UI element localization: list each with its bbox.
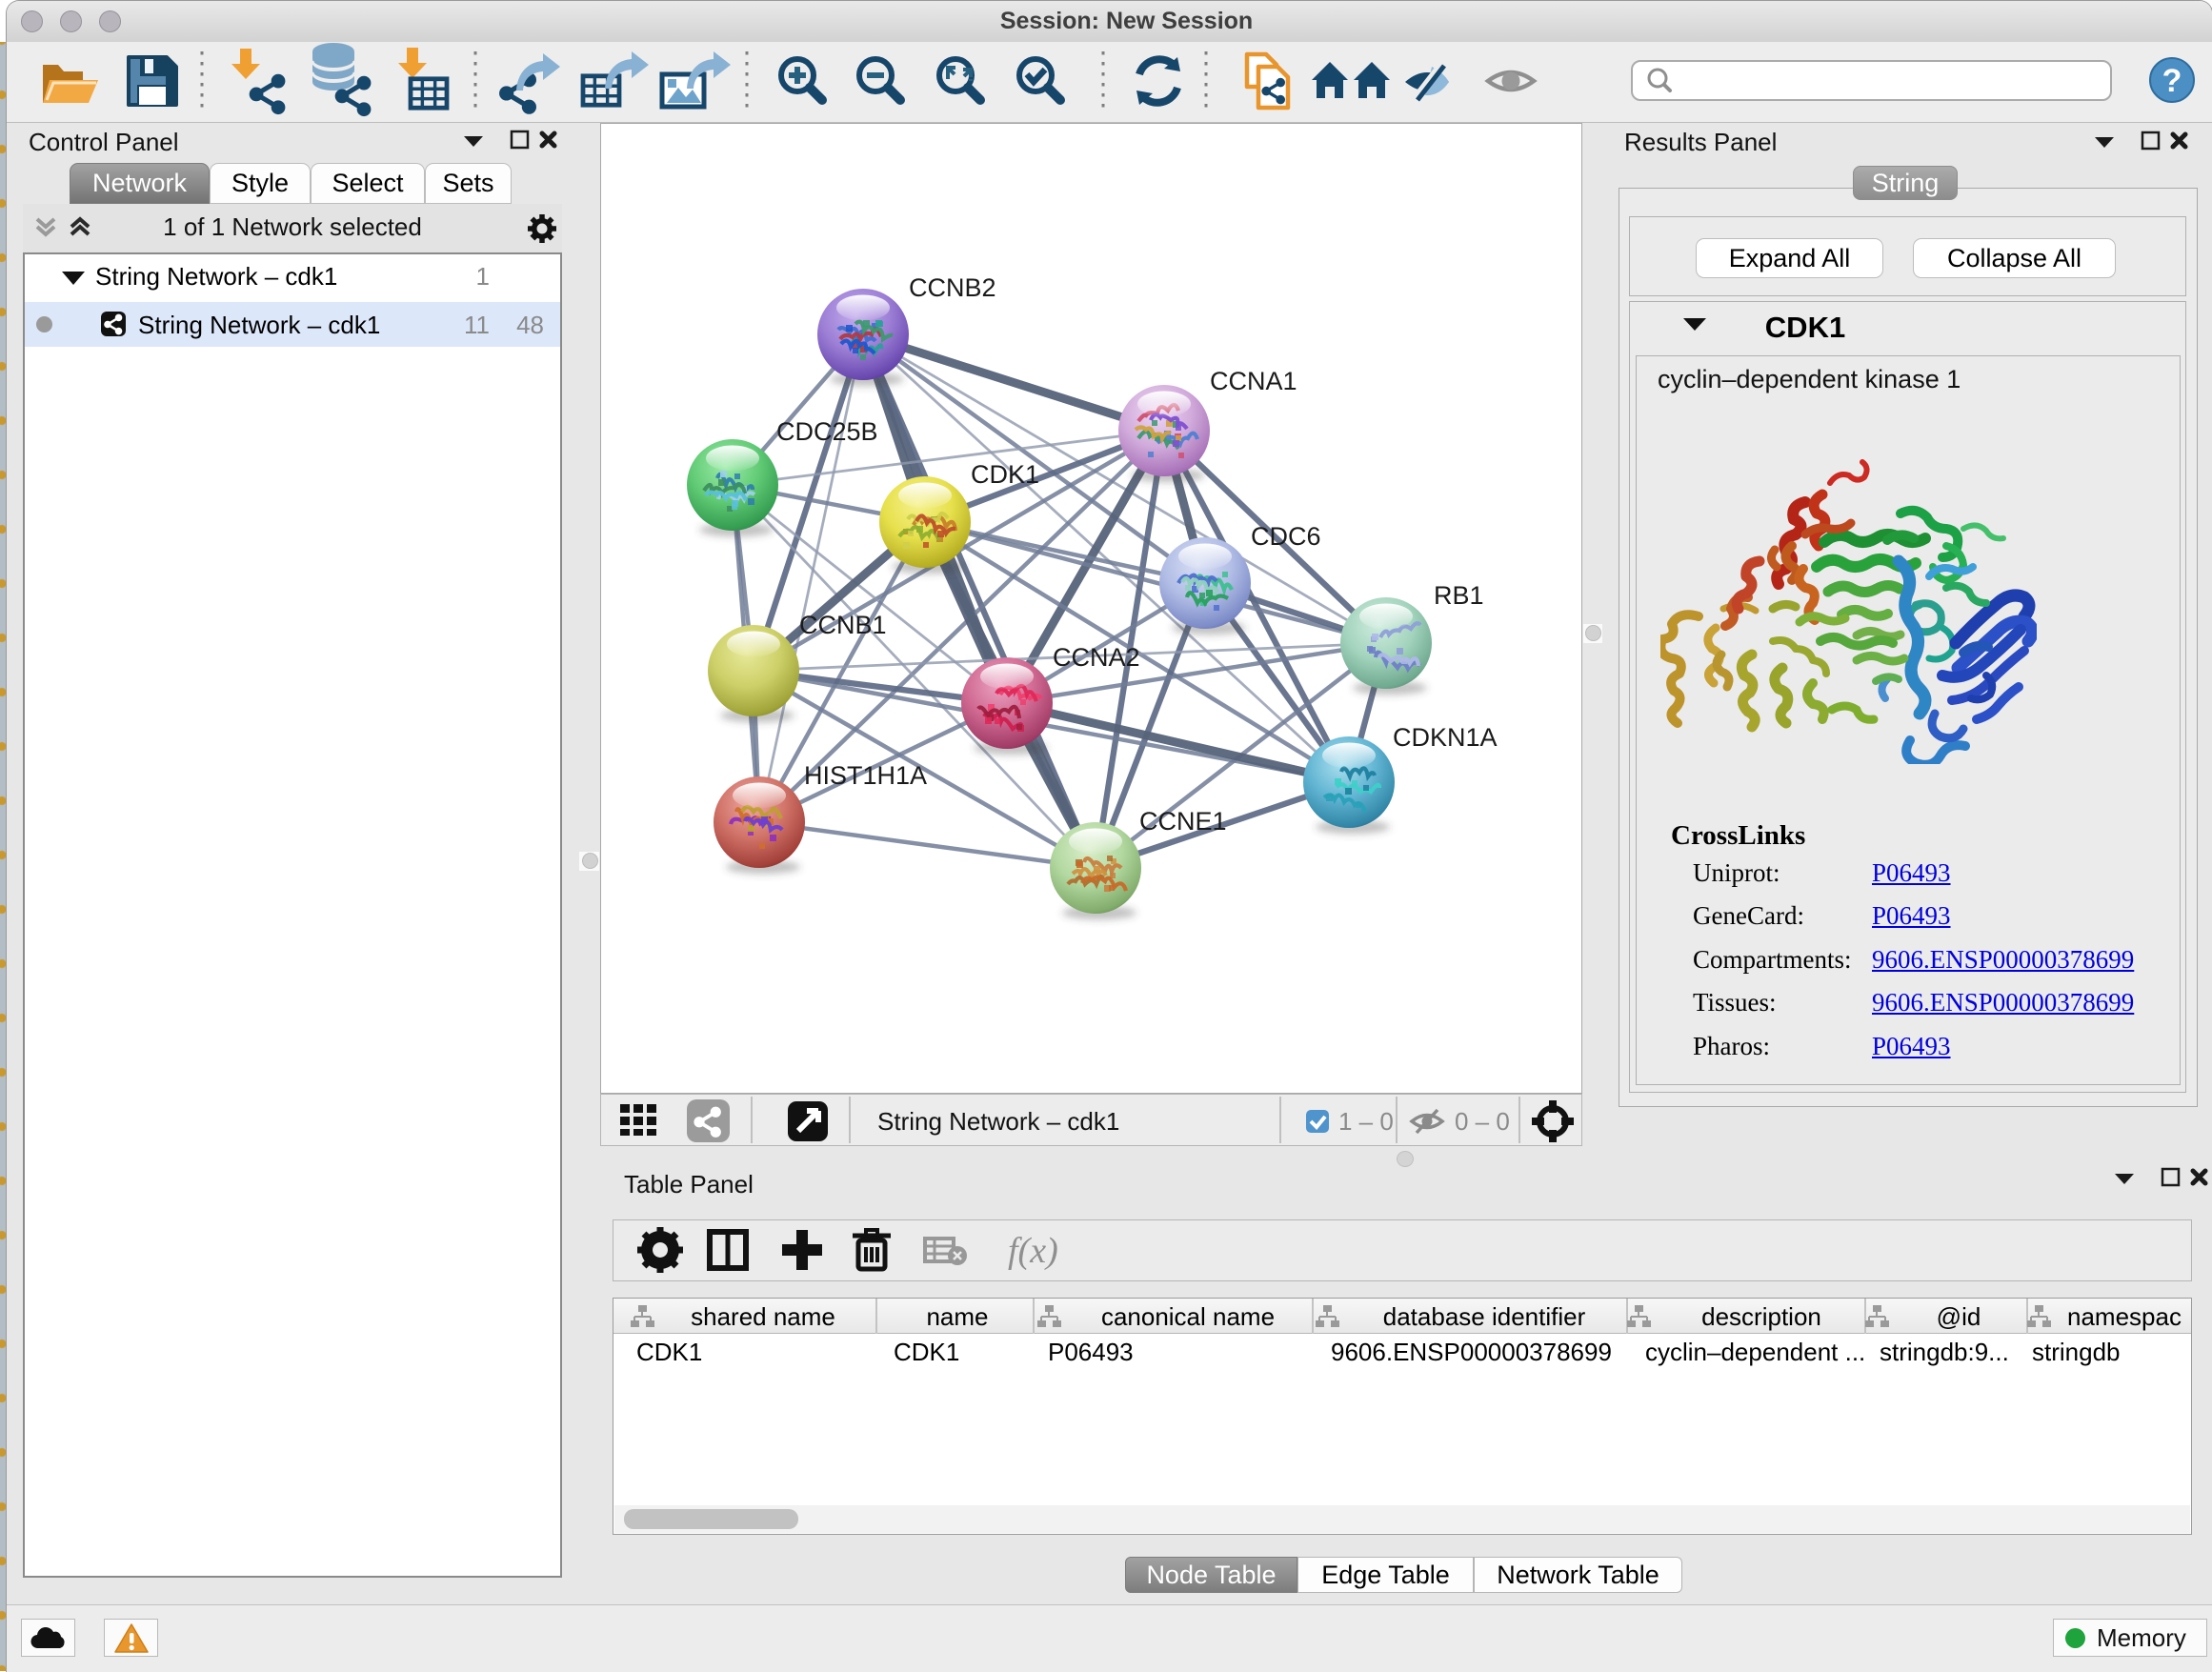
- svg-text:CCNB2: CCNB2: [909, 273, 996, 302]
- svg-text:0 – 0: 0 – 0: [1455, 1107, 1510, 1136]
- svg-text:CCNA1: CCNA1: [1210, 367, 1297, 395]
- svg-text:CDC25B: CDC25B: [776, 417, 878, 446]
- svg-text:CDKN1A: CDKN1A: [1393, 723, 1498, 752]
- svg-text:@id: @id: [1937, 1302, 1981, 1331]
- svg-text:namespac: namespac: [2067, 1302, 2182, 1331]
- svg-text:name: name: [926, 1302, 988, 1331]
- svg-text:CDC6: CDC6: [1251, 522, 1321, 551]
- svg-text:shared name: shared name: [691, 1302, 835, 1331]
- svg-text:CDK1: CDK1: [971, 460, 1039, 489]
- svg-text:1 – 0: 1 – 0: [1338, 1107, 1394, 1136]
- svg-text:canonical name: canonical name: [1101, 1302, 1275, 1331]
- svg-text:f(x): f(x): [1008, 1231, 1058, 1271]
- svg-text:description: description: [1701, 1302, 1821, 1331]
- svg-text:RB1: RB1: [1434, 581, 1484, 610]
- svg-text:database identifier: database identifier: [1383, 1302, 1586, 1331]
- svg-text:CCNE1: CCNE1: [1139, 807, 1227, 836]
- svg-text:?: ?: [2162, 63, 2182, 99]
- svg-text:HIST1H1A: HIST1H1A: [804, 761, 927, 790]
- svg-text:CCNA2: CCNA2: [1053, 643, 1140, 672]
- svg-text:CCNB1: CCNB1: [799, 611, 887, 639]
- svg-text:String Network – cdk1: String Network – cdk1: [877, 1107, 1119, 1136]
